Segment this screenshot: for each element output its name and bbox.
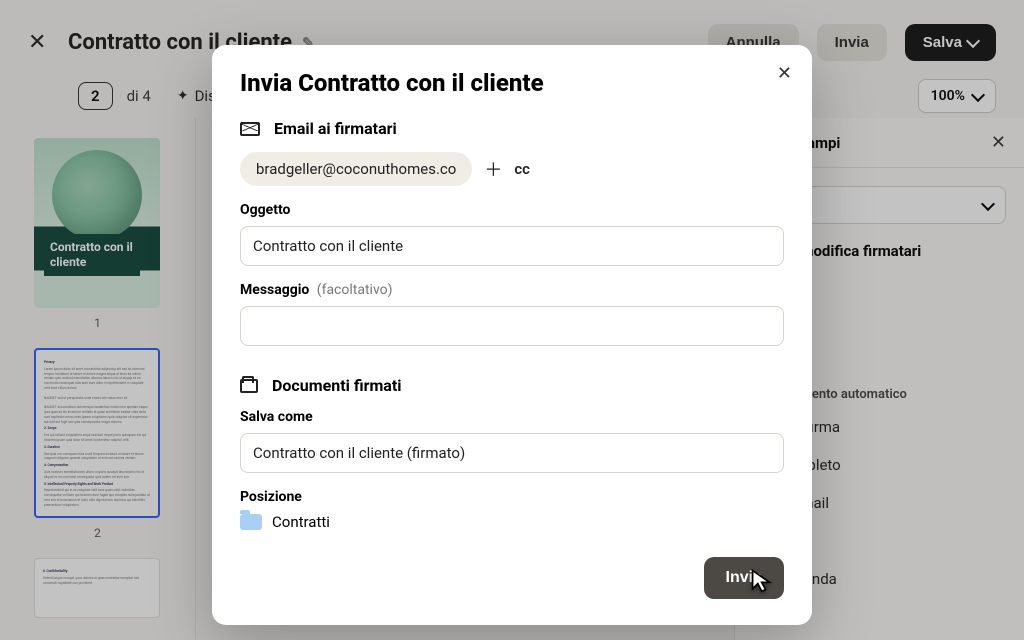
location-row[interactable]: Contratti xyxy=(240,513,784,531)
location-value: Contratti xyxy=(272,513,330,531)
close-icon[interactable]: ✕ xyxy=(777,63,792,84)
cc-button[interactable]: cc xyxy=(514,160,530,178)
save-as-input[interactable] xyxy=(240,433,784,473)
save-as-label: Salva come xyxy=(240,409,784,425)
folder-icon xyxy=(240,514,262,530)
modal-footer: Invia xyxy=(240,557,784,599)
modal-title: Invia Contratto con il cliente xyxy=(240,69,784,97)
recipient-row: bradgeller@coconuthomes.co ＋ cc xyxy=(240,152,784,186)
signed-docs-section-header: Documenti firmati xyxy=(240,376,784,395)
message-input[interactable] xyxy=(240,306,784,346)
subject-input[interactable] xyxy=(240,226,784,266)
message-label-text: Messaggio xyxy=(240,282,309,298)
email-section-label: Email ai firmatari xyxy=(274,119,397,138)
send-modal: ✕ Invia Contratto con il cliente Email a… xyxy=(212,45,812,625)
message-label: Messaggio (facoltativo) xyxy=(240,282,784,298)
recipient-chip[interactable]: bradgeller@coconuthomes.co xyxy=(240,152,472,186)
folder-outline-icon xyxy=(240,379,258,393)
location-label: Posizione xyxy=(240,489,784,505)
subject-label: Oggetto xyxy=(240,202,784,218)
plus-icon[interactable]: ＋ xyxy=(484,156,502,182)
message-optional-text: (facoltativo) xyxy=(317,282,393,298)
email-section-header: Email ai firmatari xyxy=(240,119,784,138)
envelope-icon xyxy=(240,122,260,136)
signed-docs-label: Documenti firmati xyxy=(272,376,402,395)
send-button[interactable]: Invia xyxy=(704,557,784,599)
